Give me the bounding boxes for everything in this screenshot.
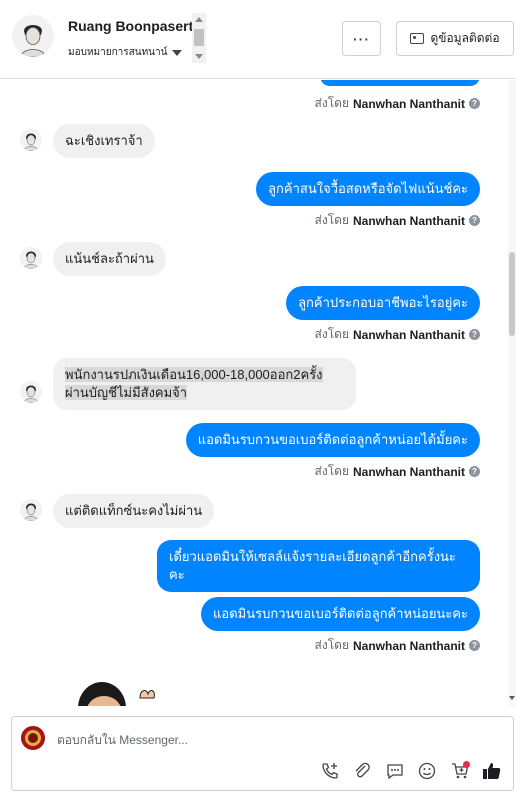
emoji-icon[interactable] [417, 761, 437, 781]
more-options-button[interactable]: ··· [342, 21, 381, 56]
conversation-scrollbar[interactable] [508, 80, 516, 706]
paperclip-icon[interactable] [352, 761, 372, 781]
sent-by-label: ส่งโดย Nanwhan Nanthanit ? [315, 325, 480, 344]
header-scrollbar[interactable] [192, 13, 206, 63]
help-icon[interactable]: ? [469, 466, 480, 477]
conversation-header: Ruang Boonpasert มอบหมายการสนทนาน์ ··· ด… [0, 0, 516, 79]
contact-card-icon [410, 33, 425, 44]
contact-avatar-small[interactable] [20, 499, 42, 521]
outgoing-message-bubble[interactable] [320, 80, 480, 86]
contact-avatar-small[interactable] [20, 381, 42, 403]
agent-name: Nanwhan Nanthanit [352, 213, 465, 228]
selected-text-line[interactable]: พนักงานรปภเงินเดือน16,000-18,000ออก2ครั้… [65, 367, 323, 382]
sent-by-label: ส่งโดย Nanwhan Nanthanit ? [315, 462, 480, 481]
scroll-thumb[interactable] [509, 252, 515, 336]
scroll-up-arrow-icon[interactable] [195, 17, 203, 22]
thumbs-up-icon[interactable] [482, 761, 502, 781]
incoming-message-bubble[interactable]: พนักงานรปภเงินเดือน16,000-18,000ออก2ครั้… [53, 358, 356, 410]
scroll-down-arrow-icon[interactable] [509, 696, 515, 700]
contact-avatar[interactable] [12, 15, 54, 57]
quick-reply-icon[interactable] [385, 761, 405, 781]
view-contact-button[interactable]: ดูข้อมูลติดต่อ [396, 21, 514, 56]
agent-name: Nanwhan Nanthanit [352, 96, 465, 111]
outgoing-message-bubble[interactable]: ลูกค้าสนใจวื้อสดหรือจัดไฟแน้นช์คะ [256, 172, 480, 206]
agent-name: Nanwhan Nanthanit [352, 638, 465, 653]
agent-name: Nanwhan Nanthanit [352, 327, 465, 342]
selected-text-line[interactable]: ผ่านบัญชีไม่มีสังคมจ้า [65, 385, 188, 400]
agent-name: Nanwhan Nanthanit [352, 464, 465, 479]
outgoing-message-bubble[interactable]: ลูกค้าประกอบอาชีพอะไรอยู่คะ [286, 286, 480, 320]
contact-avatar-small[interactable] [20, 129, 42, 151]
notification-badge [463, 761, 470, 768]
sent-by-label: ส่งโดย Nanwhan Nanthanit ? [315, 94, 480, 113]
incoming-message-bubble[interactable]: ฉะเชิงเทราจ้า [53, 124, 155, 158]
scroll-down-arrow-icon[interactable] [195, 54, 203, 59]
help-icon[interactable]: ? [469, 640, 480, 651]
caret-down-icon [172, 49, 183, 56]
message-input[interactable]: ตอบกลับใน Messenger... [57, 731, 188, 750]
sent-by-label: ส่งโดย Nanwhan Nanthanit ? [315, 636, 480, 655]
incoming-message-bubble[interactable]: แต่ติดแท็กซ์นะคงไม่ผ่าน [53, 494, 215, 528]
assign-label: มอบหมายการสนทนาน์ [68, 47, 168, 58]
page-avatar [21, 726, 45, 750]
help-icon[interactable]: ? [469, 98, 480, 109]
scroll-thumb[interactable] [194, 29, 204, 46]
message-list[interactable]: ส่งโดย Nanwhan Nanthanit ? ฉะเชิงเทราจ้า… [0, 80, 516, 706]
help-icon[interactable]: ? [469, 215, 480, 226]
view-contact-label: ดูข้อมูลติดต่อ [430, 31, 500, 45]
sent-by-label: ส่งโดย Nanwhan Nanthanit ? [315, 211, 480, 230]
message-composer: ตอบกลับใน Messenger... [11, 716, 514, 791]
sticker-image[interactable] [74, 680, 164, 706]
outgoing-message-bubble[interactable]: แอดมินรบกวนขอเบอร์ติดต่อลูกค้าหน่อยได้มั… [185, 423, 480, 457]
contact-name[interactable]: Ruang Boonpasert [68, 18, 193, 34]
assign-conversation-dropdown[interactable]: มอบหมายการสนทนาน์ [68, 45, 183, 60]
incoming-message-bubble[interactable]: แน้นช์ละถ้าผ่าน [53, 242, 166, 276]
outgoing-message-bubble[interactable]: เดี๋ยวแอดมินให้เซลล์แจ้งรายละเอียดลูกค้า… [157, 540, 480, 592]
help-icon[interactable]: ? [469, 329, 480, 340]
add-to-cart-icon[interactable] [450, 761, 470, 781]
outgoing-message-bubble[interactable]: แอดมินรบกวนขอเบอร์ติดต่อลูกค้าหน่อยนะคะ [201, 597, 480, 631]
add-call-icon[interactable] [320, 761, 340, 781]
contact-avatar-small[interactable] [20, 247, 42, 269]
